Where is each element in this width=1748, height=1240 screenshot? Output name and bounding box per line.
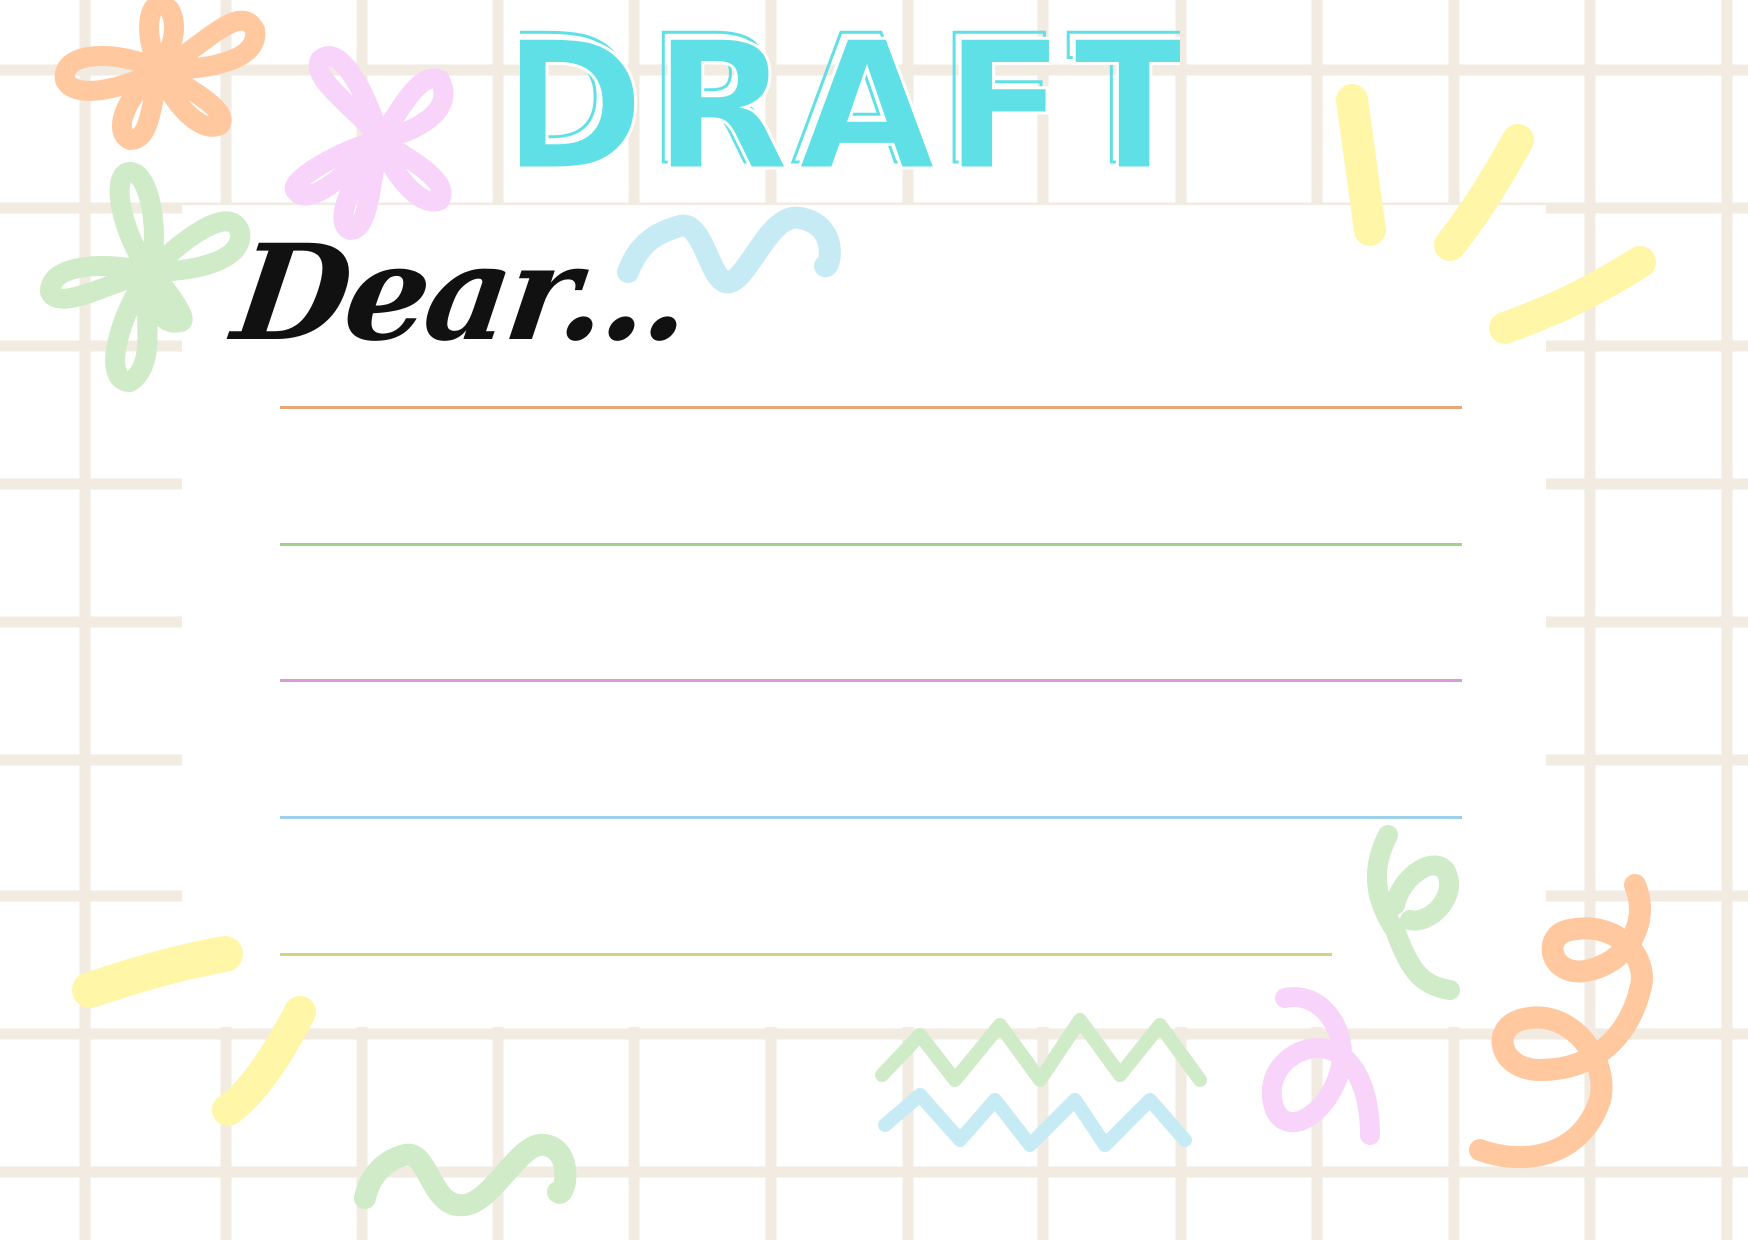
writing-line [280,543,1462,546]
writing-line [280,406,1462,409]
blue-zigzag-doodle [878,1088,1192,1152]
yellow-stroke-doodle [1489,246,1656,344]
writing-line [280,953,1332,956]
green-zigzag-doodle [875,1013,1207,1087]
greeting-text: Dear... [225,216,699,371]
yellow-stroke-doodle [1434,124,1534,261]
green-squiggle-doodle [354,1133,577,1217]
pink-loop-doodle [1261,987,1380,1145]
yellow-stroke-doodle [72,936,243,1008]
pink-flower-doodle [284,46,454,240]
yellow-stroke-doodle [212,996,316,1126]
orange-flower-doodle [54,0,266,150]
writing-line [280,816,1462,819]
writing-line [280,679,1462,682]
doodle-decorations [40,0,1656,1217]
green-loop-doodle [1366,825,1460,1000]
notepad-page: DRAFT DRAFT Dear... [0,0,1748,1240]
orange-loop-doodle [1469,874,1653,1169]
yellow-stroke-doodle [1336,84,1386,246]
green-flower-doodle [40,162,251,392]
